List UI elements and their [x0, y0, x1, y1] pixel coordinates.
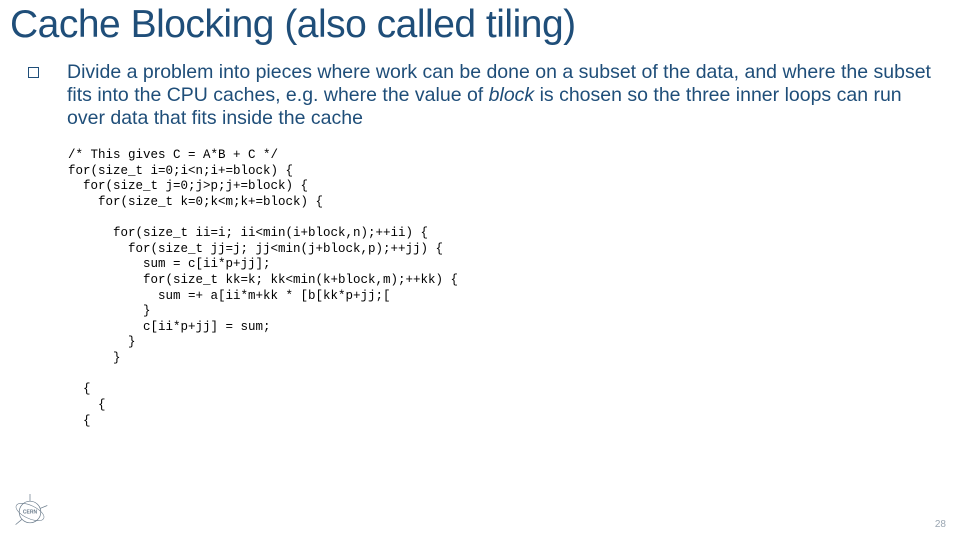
svg-text:CERN: CERN: [23, 509, 38, 515]
square-bullet-icon: [28, 67, 39, 78]
slide-title: Cache Blocking (also called tiling): [10, 4, 950, 47]
bullet-row: Divide a problem into pieces where work …: [10, 61, 950, 130]
cern-logo-icon: CERN: [12, 494, 48, 530]
code-block: /* This gives C = A*B + C */ for(size_t …: [10, 148, 950, 429]
bullet-text: Divide a problem into pieces where work …: [67, 61, 937, 130]
slide: Cache Blocking (also called tiling) Divi…: [0, 0, 960, 540]
bullet-text-italic: block: [489, 84, 535, 106]
page-number: 28: [935, 519, 946, 530]
